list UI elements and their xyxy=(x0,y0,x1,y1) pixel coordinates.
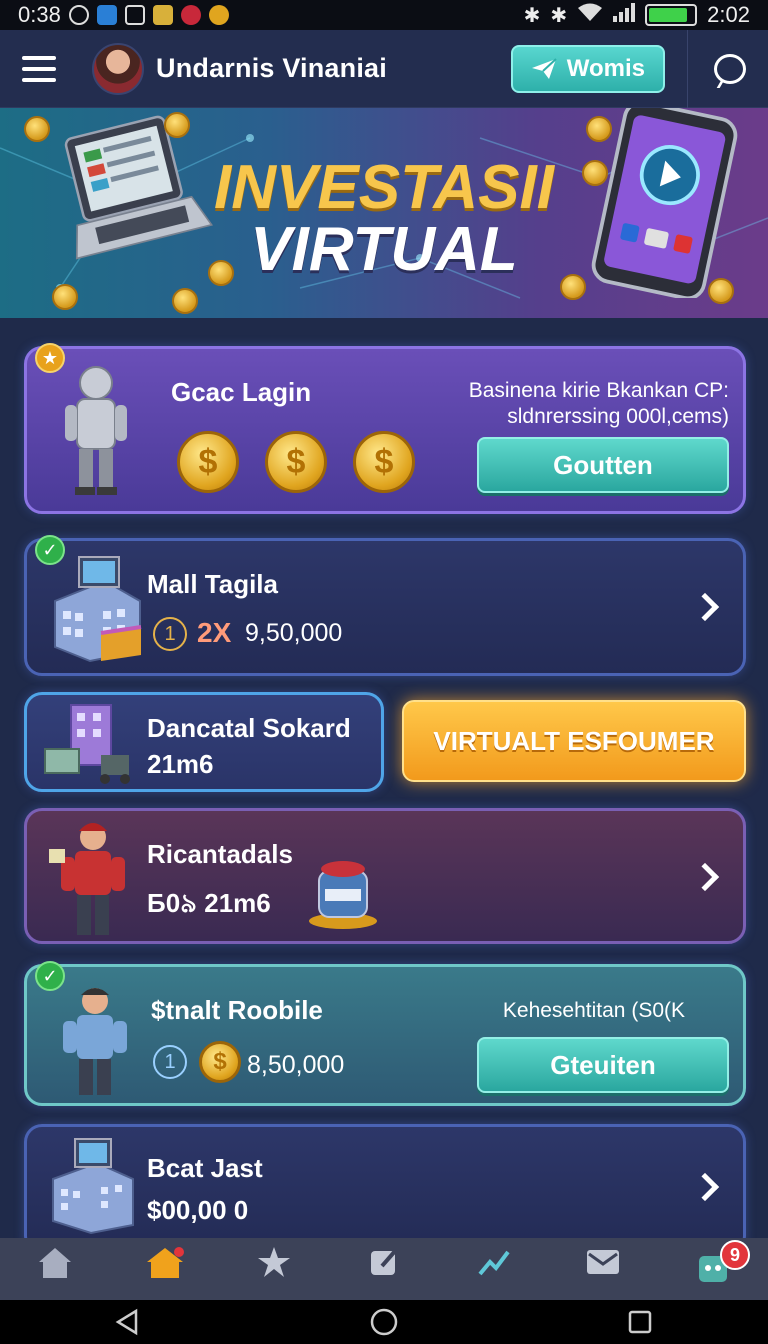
edit-icon xyxy=(370,1248,398,1275)
card-title: Dancatal Sokard xyxy=(147,713,351,743)
treasure-jar-icon xyxy=(309,861,377,929)
index-badge: 1 xyxy=(153,1045,187,1079)
flower-notification-icon xyxy=(180,5,201,25)
home-icon xyxy=(38,1248,71,1278)
image-notification-icon xyxy=(124,5,145,25)
card-title: Ricantadals xyxy=(147,839,293,869)
businessman-character-icon xyxy=(63,988,127,1095)
back-icon[interactable] xyxy=(114,1308,142,1336)
app-notification-icon xyxy=(96,5,117,25)
chevron-right-icon[interactable] xyxy=(690,1172,720,1202)
star-icon xyxy=(258,1247,291,1277)
system-navigation-bar xyxy=(0,1300,768,1344)
coin-decoration xyxy=(708,278,734,304)
promo-banner[interactable]: INVESTASII VIRTUAL xyxy=(0,108,768,318)
chevron-right-icon[interactable] xyxy=(690,592,720,622)
phone-illustration xyxy=(591,108,738,298)
header-divider xyxy=(687,29,688,108)
card-mall-tagila[interactable]: ✓ Mall Tagila 1 2X 9,50,000 xyxy=(24,535,746,676)
building-office-icon xyxy=(54,556,142,663)
virtual-cta-label: VIRTUALT ESFOUMER xyxy=(433,726,715,756)
mail-icon xyxy=(587,1250,620,1274)
header-action-label: Womis xyxy=(566,54,645,82)
recents-icon[interactable] xyxy=(626,1308,654,1336)
card-action-button[interactable]: Goutten xyxy=(477,437,729,493)
card-amount: 8,50,000 xyxy=(247,1051,345,1079)
coin-decoration xyxy=(582,160,608,186)
card-title: Gcac Lagin xyxy=(171,377,312,407)
card-ricantadals[interactable]: Ricantadals Б0৯ 21m6 xyxy=(24,808,746,944)
coin-decoration xyxy=(52,284,78,310)
card-action-button[interactable]: Gteuiten xyxy=(477,1037,729,1093)
index-badge: 1 xyxy=(153,617,187,651)
status-bar: 0:38 ✱ ✱ 2:02 xyxy=(0,0,768,30)
virtual-cta-button[interactable]: VIRTUALT ESFOUMER xyxy=(402,700,746,782)
card-gcac-lagin[interactable]: ★ Gcac Lagin $ $ $ Basinena kirie Bkanka… xyxy=(24,343,746,514)
building-cash-icon xyxy=(44,704,130,784)
home-circle-icon[interactable] xyxy=(369,1307,399,1337)
nav-store[interactable] xyxy=(120,1246,210,1280)
status-time-left: 0:38 xyxy=(18,2,61,27)
app-title: Undarnis Vinaniai xyxy=(156,53,387,83)
coin-icon: $ xyxy=(177,431,239,493)
knight-character-icon xyxy=(65,366,127,495)
send-icon xyxy=(531,57,557,79)
status-time-right: 2:02 xyxy=(707,2,750,27)
coin-decoration xyxy=(24,116,50,142)
card-amount: $00,00 0 xyxy=(147,1195,249,1225)
card-tnalt-roobile[interactable]: ✓ $tnalt Roobile 1 $ 8,50,000 Kehesehtit… xyxy=(24,961,746,1106)
bluetooth-alt-icon: ✱ xyxy=(550,4,568,27)
nav-edit[interactable] xyxy=(339,1246,429,1278)
card-title: $tnalt Roobile xyxy=(151,995,323,1025)
card-amount: 9,50,000 xyxy=(245,619,343,647)
avatar[interactable] xyxy=(92,42,144,95)
coin-decoration xyxy=(586,116,612,142)
card-dancatal-sokard[interactable]: Dancatal Sokard 21m6 xyxy=(24,692,384,792)
shop-icon xyxy=(146,1247,184,1278)
card-subtitle: 21m6 xyxy=(147,749,214,779)
nav-home[interactable] xyxy=(10,1246,100,1280)
coin-icon: $ xyxy=(265,431,327,493)
card-description: Kehesehtitan (S0(K xyxy=(502,999,685,1022)
nav-markets[interactable] xyxy=(449,1246,539,1278)
card-subtitle: Б0৯ 21m6 xyxy=(147,888,271,918)
game-notification-icon xyxy=(152,5,173,25)
card-title: Bcat Jast xyxy=(147,1153,263,1183)
notification-icon xyxy=(68,5,89,25)
card-description-line1: Basinena kirie Bkankan CP: xyxy=(468,379,729,402)
coin-notification-icon xyxy=(208,5,229,25)
notification-badge: 9 xyxy=(720,1240,751,1270)
card-description-line2: sldnrerssing 000l,cems) xyxy=(507,405,729,428)
chat-icon[interactable] xyxy=(714,53,746,84)
chart-icon xyxy=(478,1250,510,1276)
coin-icon: $ xyxy=(199,1041,241,1083)
coin-decoration xyxy=(560,274,586,300)
building-office-icon xyxy=(52,1138,134,1235)
multiplier-label: 2X xyxy=(197,617,232,648)
chevron-right-icon[interactable] xyxy=(690,862,720,892)
wifi-icon xyxy=(577,2,603,28)
signal-icon xyxy=(613,2,636,28)
card-title: Mall Tagila xyxy=(147,569,278,599)
coin-decoration xyxy=(164,112,190,138)
bottom-navigation: 9 xyxy=(0,1238,768,1300)
nav-profile[interactable]: 9 xyxy=(668,1240,758,1286)
bluetooth-icon: ✱ xyxy=(523,4,541,27)
worker-character-icon xyxy=(49,823,125,935)
nav-favorites[interactable] xyxy=(229,1246,319,1278)
battery-icon xyxy=(645,4,698,26)
menu-icon[interactable] xyxy=(22,55,56,82)
app-header: Undarnis Vinaniai Womis xyxy=(0,29,768,108)
coin-decoration xyxy=(208,260,234,286)
coin-decoration xyxy=(172,288,198,314)
nav-inbox[interactable] xyxy=(558,1246,648,1278)
card-bcat-jast[interactable]: Bcat Jast $00,00 0 xyxy=(24,1124,746,1254)
coin-icon: $ xyxy=(353,431,415,493)
header-action-button[interactable]: Womis xyxy=(510,44,665,93)
